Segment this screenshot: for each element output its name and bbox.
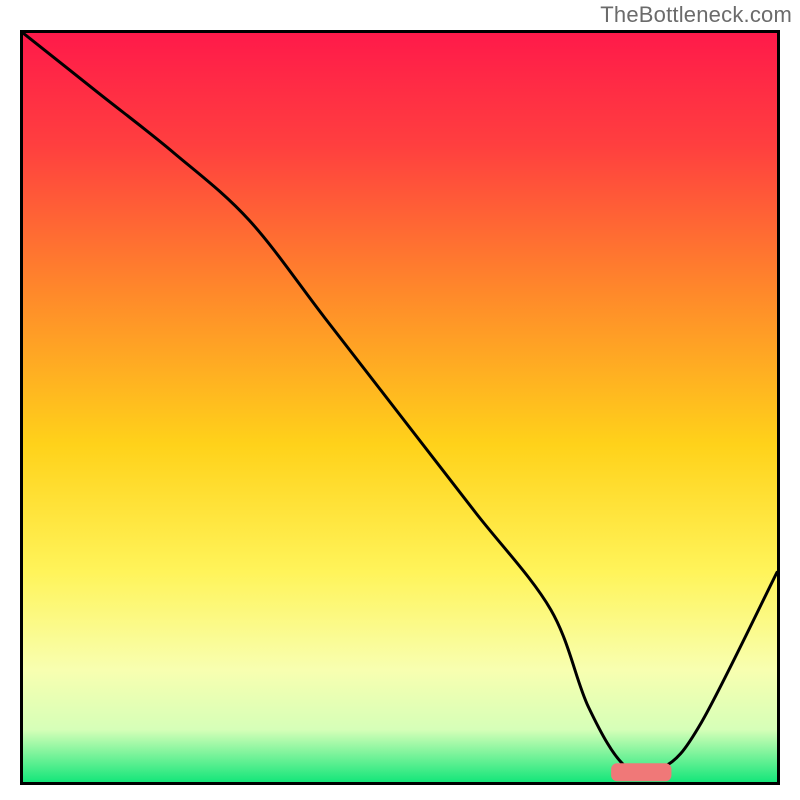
plot-area (20, 30, 780, 785)
chart-svg (23, 33, 777, 782)
gradient-fill (23, 33, 777, 782)
watermark-text: TheBottleneck.com (600, 2, 792, 28)
chart-frame: TheBottleneck.com (0, 0, 800, 800)
optimal-range-bar (611, 763, 671, 781)
